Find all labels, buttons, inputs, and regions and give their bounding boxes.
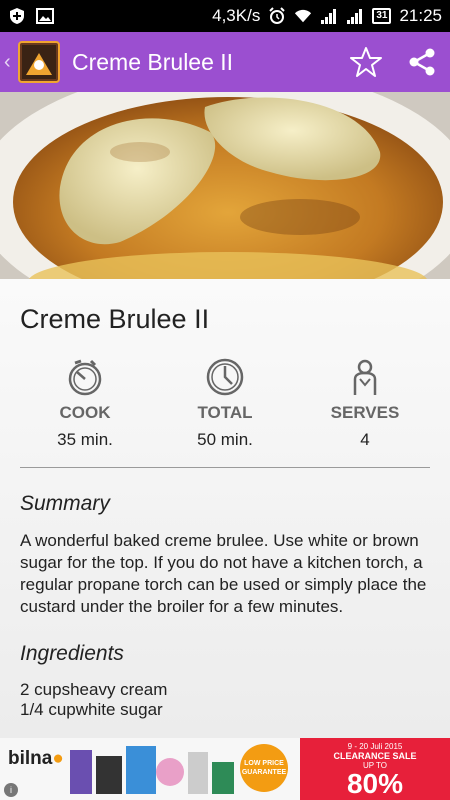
star-icon <box>350 47 382 77</box>
ad-sale-text: CLEARANCE SALE <box>333 751 417 761</box>
calendar-badge: 31 <box>372 8 392 24</box>
ad-info-icon[interactable]: i <box>4 783 18 797</box>
recipe-stats: COOK 35 min. TOTAL 50 min. SERVES 4 <box>20 357 430 450</box>
ad-banner[interactable]: bilna● LOW PRICE GUARANTEE i 9 - 20 Juli… <box>0 738 450 800</box>
ingredient-item: 2 cupsheavy cream <box>20 680 168 699</box>
ad-dates: 9 - 20 Juli 2015 <box>347 742 403 751</box>
ad-products[interactable]: bilna● LOW PRICE GUARANTEE i <box>0 738 300 800</box>
stat-serves: SERVES 4 <box>300 357 430 450</box>
summary-heading: Summary <box>20 492 110 515</box>
signal-icon <box>321 9 337 24</box>
stat-cook-label: COOK <box>59 403 111 422</box>
recipe-photo <box>0 92 450 279</box>
ingredients-heading: Ingredients <box>20 642 124 665</box>
stopwatch-icon <box>68 359 102 396</box>
recipe-title: Creme Brulee II <box>20 304 210 334</box>
chef-logo-icon <box>22 45 56 79</box>
stat-serves-value: 4 <box>360 430 370 449</box>
recipe-content: Creme Brulee II COOK 35 min. TOTAL 50 mi… <box>0 279 450 739</box>
summary-text: A wonderful baked creme brulee. Use whit… <box>20 531 427 616</box>
alarm-icon <box>269 7 286 24</box>
app-title: Creme Brulee II <box>72 48 234 75</box>
stat-serves-label: SERVES <box>330 403 400 422</box>
stat-total-label: TOTAL <box>197 403 253 422</box>
signal-icon-2 <box>347 9 363 24</box>
stat-cook: COOK 35 min. <box>20 357 150 450</box>
share-icon <box>409 48 435 76</box>
wifi-icon <box>295 9 312 23</box>
status-bar: 4,3K/s 31 21:25 <box>0 0 450 32</box>
clock-time: 21:25 <box>399 6 442 25</box>
clock-icon <box>206 358 244 396</box>
stat-cook-value: 35 min. <box>57 430 113 449</box>
back-chevron-icon[interactable]: ‹ <box>4 51 16 74</box>
ad-sale-panel[interactable]: 9 - 20 Juli 2015 CLEARANCE SALE UP TO 80… <box>300 738 450 800</box>
app-logo[interactable] <box>18 41 60 83</box>
stat-total: TOTAL 50 min. <box>160 357 290 450</box>
network-speed: 4,3K/s <box>212 6 261 25</box>
ad-brand: bilna● <box>8 748 64 769</box>
share-button[interactable] <box>394 32 450 92</box>
ingredients-list: 2 cupsheavy cream 1/4 cupwhite sugar <box>20 680 430 720</box>
person-icon <box>353 359 377 395</box>
shield-plus-icon <box>10 8 24 24</box>
image-notification-icon <box>36 8 54 24</box>
ad-percent: 80% <box>346 768 404 799</box>
app-bar: ‹ Creme Brulee II <box>0 32 450 92</box>
divider <box>20 467 430 468</box>
ad-badge: LOW PRICE GUARANTEE <box>240 744 288 792</box>
ingredient-item: 1/4 cupwhite sugar <box>20 700 163 719</box>
ad-products-image <box>70 746 234 794</box>
favorite-button[interactable] <box>338 32 394 92</box>
stat-total-value: 50 min. <box>197 430 253 449</box>
